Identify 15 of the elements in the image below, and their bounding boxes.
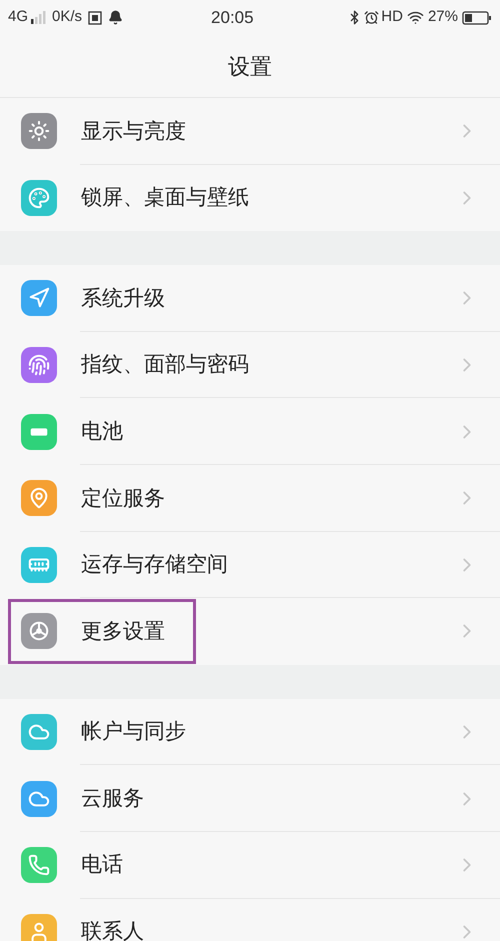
battery-icon bbox=[462, 10, 492, 24]
bell-icon bbox=[108, 10, 124, 25]
settings-item[interactable]: 更多设置 bbox=[0, 598, 500, 665]
signal-icon bbox=[30, 10, 46, 24]
battery-percent: 27% bbox=[428, 7, 458, 28]
page-title: 设置 bbox=[228, 52, 272, 80]
notification-icon bbox=[88, 10, 102, 24]
settings-item[interactable]: 锁屏、桌面与壁纸 bbox=[0, 164, 500, 232]
settings-item[interactable]: 联系人 bbox=[0, 898, 500, 941]
hd-indicator: HD bbox=[381, 7, 403, 28]
network-type: 4G bbox=[8, 7, 28, 28]
wifi-icon bbox=[406, 9, 424, 26]
alarm-icon bbox=[364, 10, 380, 25]
network-speed: 0K/s bbox=[52, 7, 82, 28]
clock-time: 20:05 bbox=[211, 6, 254, 29]
